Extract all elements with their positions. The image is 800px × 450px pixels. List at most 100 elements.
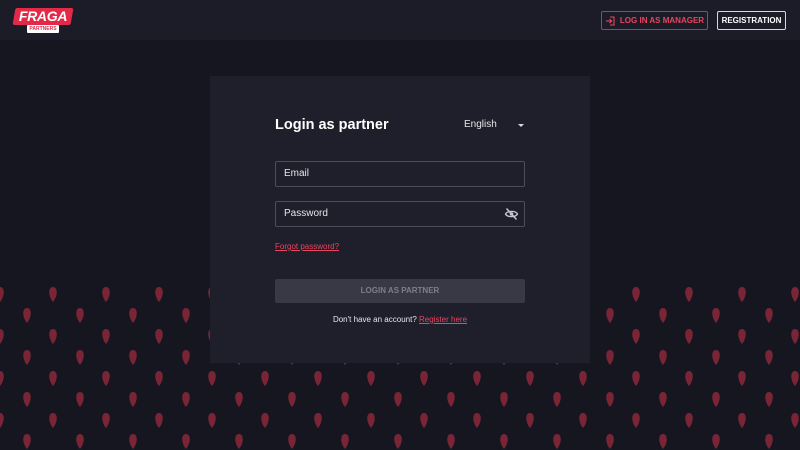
pattern-drop <box>659 434 667 449</box>
pattern-drop <box>155 413 163 428</box>
pattern-drop <box>0 413 4 428</box>
pattern-drop <box>129 392 137 407</box>
pattern-drop <box>49 371 57 386</box>
password-field[interactable]: Password <box>275 201 525 227</box>
pattern-drop <box>606 350 614 365</box>
pattern-drop <box>553 392 561 407</box>
pattern-drop <box>76 350 84 365</box>
pattern-drop <box>129 350 137 365</box>
pattern-drop <box>367 371 375 386</box>
pattern-drop <box>685 287 693 302</box>
login-card: Login as partner English Email Password … <box>210 76 590 363</box>
pattern-drop <box>685 371 693 386</box>
pattern-drop <box>23 350 31 365</box>
pattern-drop <box>0 371 4 386</box>
pattern-drop <box>632 371 640 386</box>
email-field[interactable]: Email <box>275 161 525 187</box>
pattern-drop <box>738 413 746 428</box>
pattern-drop <box>182 392 190 407</box>
pattern-drop <box>76 308 84 323</box>
language-select[interactable]: English <box>464 119 526 133</box>
pattern-drop <box>738 287 746 302</box>
pattern-drop <box>0 287 4 302</box>
pattern-drop <box>685 413 693 428</box>
pattern-drop <box>765 392 773 407</box>
pattern-drop <box>129 308 137 323</box>
pattern-drop <box>49 329 57 344</box>
pattern-drop <box>367 413 375 428</box>
pattern-drop <box>632 413 640 428</box>
pattern-drop <box>659 308 667 323</box>
registration-label: REGISTRATION <box>721 16 782 25</box>
signup-prompt: Don't have an account? Register here <box>210 315 590 324</box>
login-arrow-icon <box>605 15 615 26</box>
pattern-drop <box>208 371 216 386</box>
caret-down-icon <box>518 124 524 127</box>
pattern-drop <box>102 371 110 386</box>
pattern-drop <box>712 434 720 449</box>
pattern-drop <box>632 287 640 302</box>
pattern-drop <box>129 434 137 449</box>
register-here-link[interactable]: Register here <box>419 315 467 324</box>
language-value: English <box>464 119 497 130</box>
pattern-drop <box>738 371 746 386</box>
pattern-drop <box>235 434 243 449</box>
pattern-drop <box>0 329 4 344</box>
logo-subtext: PARTNERS <box>27 25 59 33</box>
pattern-drop <box>182 308 190 323</box>
pattern-drop <box>712 350 720 365</box>
pattern-drop <box>500 392 508 407</box>
password-placeholder: Password <box>284 208 328 219</box>
login-as-partner-button[interactable]: LOGIN AS PARTNER <box>275 279 525 303</box>
email-placeholder: Email <box>284 168 310 179</box>
pattern-drop <box>738 329 746 344</box>
pattern-drop <box>261 413 269 428</box>
login-as-manager-label: LOG IN AS MANAGER <box>619 16 705 25</box>
pattern-drop <box>606 392 614 407</box>
pattern-drop <box>341 392 349 407</box>
pattern-drop <box>394 434 402 449</box>
pattern-drop <box>102 287 110 302</box>
pattern-drop <box>765 434 773 449</box>
pattern-drop <box>420 413 428 428</box>
pattern-drop <box>473 413 481 428</box>
pattern-drop <box>76 434 84 449</box>
pattern-drop <box>606 308 614 323</box>
pattern-drop <box>765 308 773 323</box>
pattern-drop <box>261 371 269 386</box>
pattern-drop <box>791 287 799 302</box>
pattern-drop <box>235 392 243 407</box>
login-as-manager-button[interactable]: LOG IN AS MANAGER <box>601 11 708 30</box>
pattern-drop <box>791 329 799 344</box>
pattern-drop <box>288 434 296 449</box>
pattern-drop <box>579 413 587 428</box>
pattern-drop <box>685 329 693 344</box>
pattern-drop <box>500 434 508 449</box>
pattern-drop <box>659 350 667 365</box>
top-header: FRAGA PARTNERS LOG IN AS MANAGER REGISTR… <box>0 0 800 40</box>
eye-off-icon[interactable] <box>504 207 519 221</box>
pattern-drop <box>712 392 720 407</box>
pattern-drop <box>579 371 587 386</box>
pattern-drop <box>712 308 720 323</box>
pattern-drop <box>49 413 57 428</box>
pattern-drop <box>314 371 322 386</box>
no-account-text: Don't have an account? <box>332 315 417 324</box>
pattern-drop <box>447 392 455 407</box>
pattern-drop <box>23 308 31 323</box>
pattern-drop <box>394 392 402 407</box>
pattern-drop <box>765 350 773 365</box>
fraga-partners-logo[interactable]: FRAGA PARTNERS <box>12 8 74 34</box>
pattern-drop <box>447 434 455 449</box>
pattern-drop <box>632 329 640 344</box>
pattern-drop <box>102 413 110 428</box>
registration-button[interactable]: REGISTRATION <box>717 11 786 30</box>
login-title: Login as partner <box>275 117 389 133</box>
pattern-drop <box>102 329 110 344</box>
pattern-drop <box>606 434 614 449</box>
pattern-drop <box>791 371 799 386</box>
pattern-drop <box>314 413 322 428</box>
forgot-password-link[interactable]: Forgot password? <box>275 242 339 251</box>
pattern-drop <box>526 371 534 386</box>
pattern-drop <box>23 392 31 407</box>
